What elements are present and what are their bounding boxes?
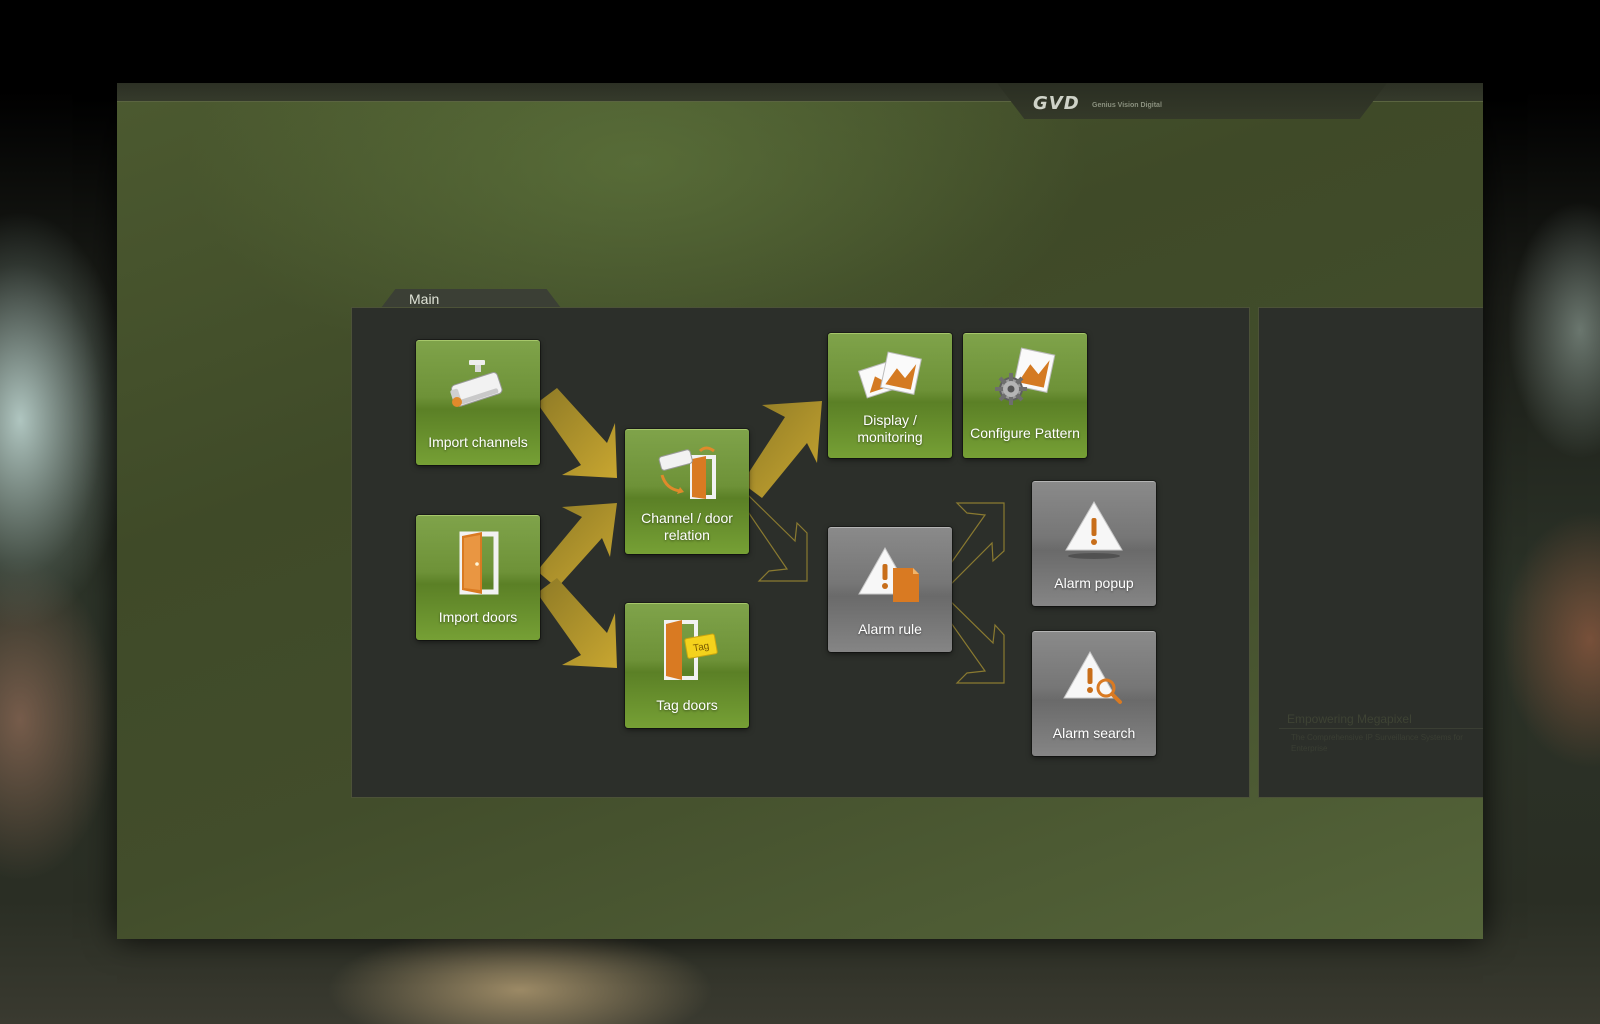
alarm-search-tile[interactable]: Alarm search [1032,631,1156,756]
channel-door-relation-label: Channel / door relation [629,510,745,544]
channel-door-relation-label-line2: relation [664,527,710,543]
import-doors-label: Import doors [438,609,518,625]
warning-icon [1032,496,1156,562]
tag-doors-label: Tag doors [656,697,718,713]
display-monitoring-tile[interactable]: Display / monitoring [828,333,952,458]
alarm-search-icon [1032,646,1156,712]
main-tab[interactable] [381,289,561,308]
channel-door-relation-label-line1: Channel / door [641,510,733,526]
display-photos-icon [828,342,952,408]
display-monitoring-label: Display / monitoring [832,412,948,446]
gvd-logo: GVD [1033,93,1080,114]
alarm-popup-tile[interactable]: Alarm popup [1032,481,1156,606]
camera-icon [416,355,540,421]
alarm-rule-icon [828,542,952,608]
main-tab-label: Main [409,291,440,307]
side-panel: Empowering Megapixel The Comprehensive I… [1258,307,1483,798]
import-channels-tile[interactable]: Import channels [416,340,540,465]
channel-door-relation-tile[interactable]: Channel / door relation [625,429,749,554]
side-slogan-title: Empowering Megapixel [1287,712,1412,726]
import-channels-label: Import channels [428,434,528,450]
display-monitoring-label-line1: Display / [863,412,917,428]
alarm-rule-label: Alarm rule [858,621,922,637]
display-monitoring-label-line2: monitoring [857,429,923,445]
configure-pattern-tile[interactable]: Configure Pattern [963,333,1087,458]
gear-photos-icon [963,342,1087,408]
side-slogan-text: The Comprehensive IP Surveillance System… [1291,733,1463,753]
camera-door-relation-icon [625,438,749,504]
tag-door-icon: Tag [625,618,749,684]
alarm-search-label: Alarm search [1052,725,1136,741]
logo-subtitle: Genius Vision Digital [1092,102,1162,109]
alarm-popup-label: Alarm popup [1054,575,1134,591]
tag-doors-tile[interactable]: Tag Tag doors [625,603,749,728]
import-doors-tile[interactable]: Import doors [416,515,540,640]
side-divider [1279,728,1483,729]
door-icon [416,530,540,596]
app-window: GVD Genius Vision Digital Main Empowerin… [117,83,1483,939]
configure-pattern-label: Configure Pattern [970,425,1080,441]
alarm-rule-tile[interactable]: Alarm rule [828,527,952,652]
